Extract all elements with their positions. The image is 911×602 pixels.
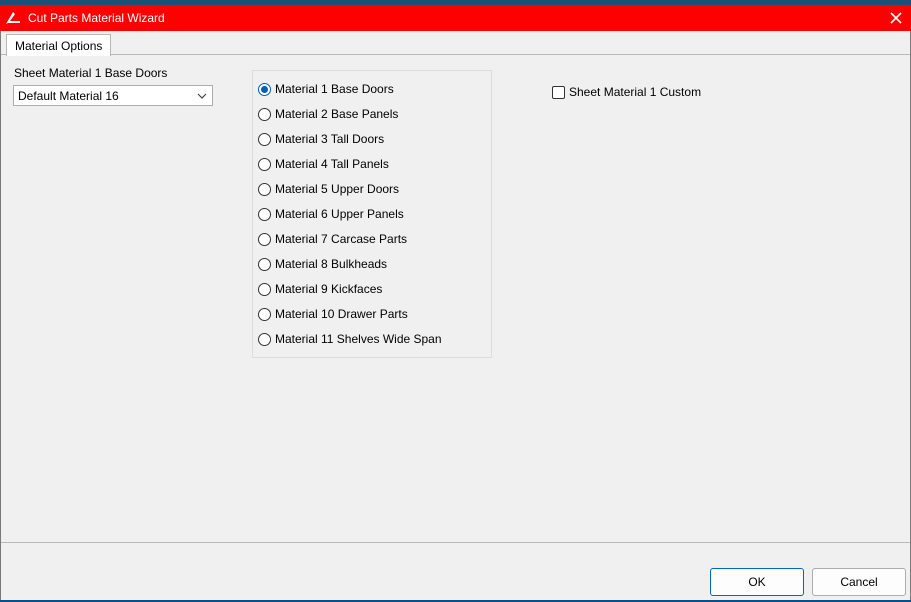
radio-label: Material 8 Bulkheads (275, 257, 388, 271)
checkbox-box[interactable] (552, 85, 565, 99)
radio-label: Material 2 Base Panels (275, 107, 399, 121)
radio-label: Material 3 Tall Doors (275, 132, 385, 146)
checkbox-label: Sheet Material 1 Custom (569, 85, 702, 99)
radio-label: Material 7 Carcase Parts (275, 232, 408, 246)
dialog-body: Material Options Sheet Material 1 Base D… (0, 31, 911, 602)
window-title: Cut Parts Material Wizard (28, 11, 165, 25)
radio-label: Material 6 Upper Panels (275, 207, 404, 221)
radio-material-5[interactable]: Material 5 Upper Doors (258, 180, 399, 198)
radio-button[interactable] (258, 107, 271, 121)
radio-button[interactable] (258, 232, 271, 246)
close-icon[interactable] (881, 5, 911, 31)
radio-label: Material 10 Drawer Parts (275, 307, 408, 321)
radio-material-3[interactable]: Material 3 Tall Doors (258, 130, 384, 148)
sheet-material-dropdown[interactable]: Default Material 16 (13, 85, 213, 106)
radio-material-6[interactable]: Material 6 Upper Panels (258, 205, 404, 223)
radio-button[interactable] (258, 332, 271, 346)
radio-material-11[interactable]: Material 11 Shelves Wide Span (258, 330, 442, 348)
radio-button[interactable] (258, 182, 271, 196)
radio-material-4[interactable]: Material 4 Tall Panels (258, 155, 389, 173)
material-options-panel: Sheet Material 1 Base Doors Default Mate… (1, 54, 910, 543)
radio-button[interactable] (258, 257, 271, 271)
radio-button-checked[interactable] (258, 82, 271, 96)
radio-button[interactable] (258, 207, 271, 221)
title-bar: Cut Parts Material Wizard (0, 5, 911, 31)
radio-material-10[interactable]: Material 10 Drawer Parts (258, 305, 408, 323)
sheet-material-label: Sheet Material 1 Base Doors (14, 66, 168, 80)
radio-material-9[interactable]: Material 9 Kickfaces (258, 280, 382, 298)
radio-material-1[interactable]: Material 1 Base Doors (258, 80, 394, 98)
radio-button[interactable] (258, 282, 271, 296)
custom-material-checkbox[interactable]: Sheet Material 1 Custom (552, 84, 701, 100)
radio-button[interactable] (258, 157, 271, 171)
radio-label: Material 5 Upper Doors (275, 182, 400, 196)
radio-material-2[interactable]: Material 2 Base Panels (258, 105, 398, 123)
radio-label: Material 4 Tall Panels (275, 157, 389, 171)
tab-label: Material Options (15, 38, 103, 53)
radio-label: Material 9 Kickfaces (275, 282, 383, 296)
radio-button[interactable] (258, 132, 271, 146)
radio-label: Material 11 Shelves Wide Span (275, 332, 442, 346)
ok-button[interactable]: OK (710, 568, 804, 596)
cancel-button[interactable]: Cancel (812, 568, 906, 596)
radio-material-7[interactable]: Material 7 Carcase Parts (258, 230, 407, 248)
chevron-down-icon (196, 90, 208, 102)
cabinet-app-icon (4, 9, 22, 27)
radio-label: Material 1 Base Doors (275, 82, 394, 96)
radio-button[interactable] (258, 307, 271, 321)
tab-material-options[interactable]: Material Options (6, 34, 112, 56)
material-radio-group: Material 1 Base Doors Material 2 Base Pa… (252, 70, 492, 358)
dropdown-value: Default Material 16 (18, 88, 119, 103)
radio-material-8[interactable]: Material 8 Bulkheads (258, 255, 387, 273)
